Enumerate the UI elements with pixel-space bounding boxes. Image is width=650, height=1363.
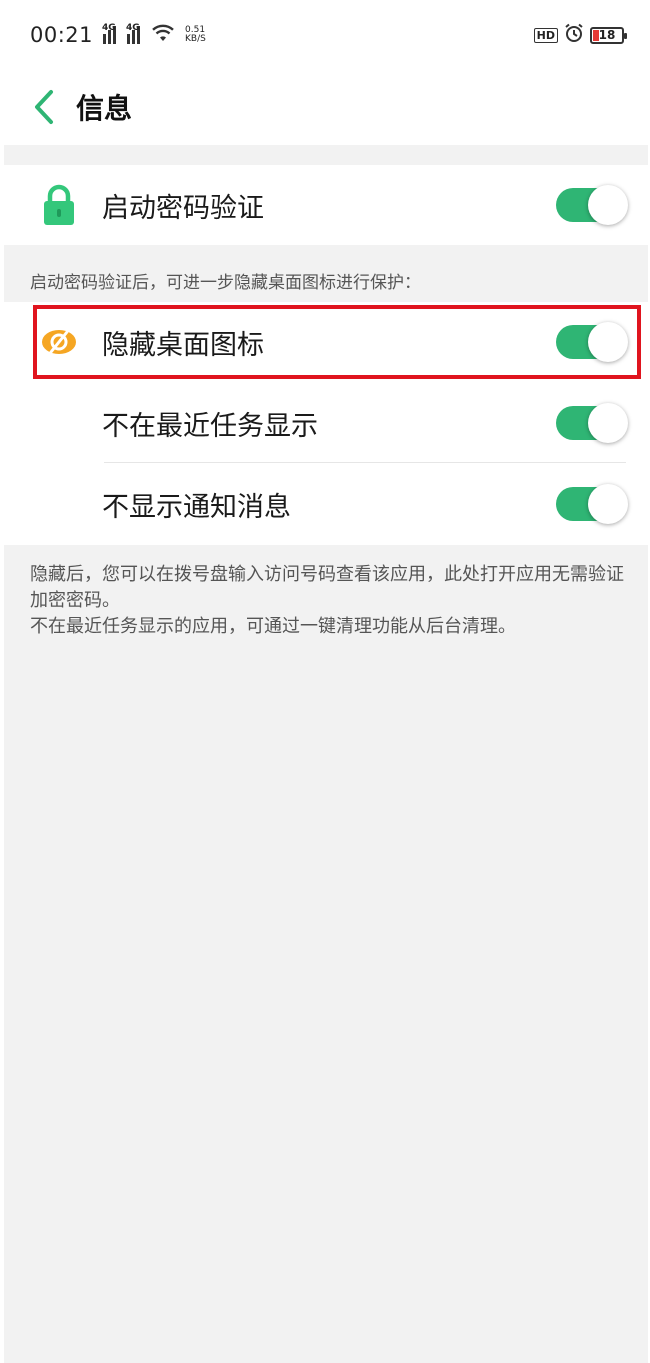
hd-icon: HD [533,27,558,43]
status-bar-right: HD 18 [533,23,627,48]
password-toggle[interactable] [556,185,628,225]
setting-row-hide-icon[interactable]: 隐藏桌面图标 [4,302,648,382]
lock-icon [38,184,80,226]
battery-level: 18 [598,28,616,42]
toggle-knob [588,403,628,443]
battery-icon: 18 [590,26,627,44]
chevron-left-icon [35,90,53,124]
status-time: 00:21 [30,23,94,47]
setting-row-password[interactable]: 启动密码验证 [4,165,648,245]
footnote-text: 隐藏后，您可以在拨号盘输入访问号码查看该应用，此处打开应用无需验证加密密码。 不… [30,562,630,640]
setting-label: 隐藏桌面图标 [102,329,264,361]
setting-label: 不在最近任务显示 [102,410,318,442]
footer-area [4,545,648,1363]
section-spacer [4,145,648,165]
signal-icon: 4G [126,23,145,44]
setting-row-recent-tasks[interactable]: 不在最近任务显示 [4,383,648,463]
footnote-line-2: 不在最近任务显示的应用，可通过一键清理功能从后台清理。 [30,616,516,637]
signal-tag: 4G [126,23,140,33]
hide-icon-toggle[interactable] [556,322,628,362]
network-speed: 0.51 KB/S [185,26,206,44]
toggle-knob [588,322,628,362]
wifi-icon [151,23,175,47]
hidden-eye-icon [38,321,80,363]
notifications-toggle[interactable] [556,484,628,524]
toggle-knob [588,185,628,225]
app-header: 信息 [0,72,650,142]
speed-unit: KB/S [185,34,206,44]
footnote-line-1: 隐藏后，您可以在拨号盘输入访问号码查看该应用，此处打开应用无需验证加密密码。 [30,564,624,611]
page-title: 信息 [76,92,133,125]
status-bar: 00:21 4G 4G 0.51 KB/S HD 18 [0,0,650,70]
setting-label: 启动密码验证 [102,192,264,224]
status-bar-left: 00:21 4G 4G 0.51 KB/S [30,23,206,47]
back-button[interactable] [28,87,60,127]
signal-icon: 4G [102,23,121,44]
toggle-knob [588,484,628,524]
alarm-icon [564,23,584,48]
section-hint: 启动密码验证后，可进一步隐藏桌面图标进行保护： [30,273,421,293]
row-divider [104,462,626,463]
recent-tasks-toggle[interactable] [556,403,628,443]
setting-label: 不显示通知消息 [102,491,291,523]
setting-row-notifications[interactable]: 不显示通知消息 [4,464,648,544]
signal-tag: 4G [102,23,116,33]
screen: 00:21 4G 4G 0.51 KB/S HD 18 信息 启动密码验证 启动… [0,0,650,1363]
